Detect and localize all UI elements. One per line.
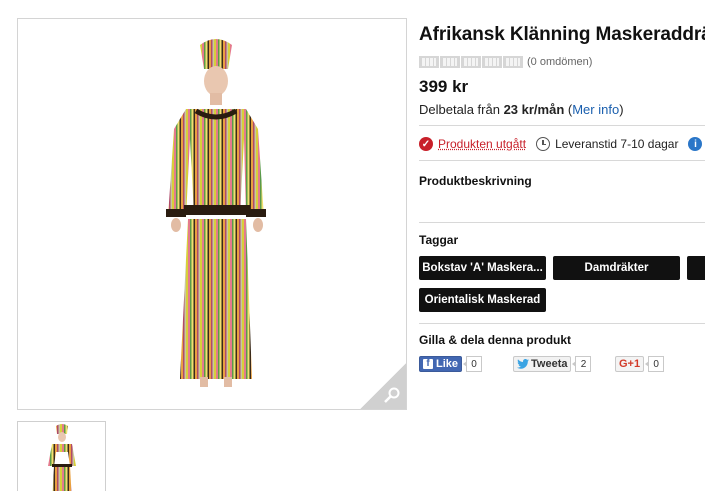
unavailable-icon: ✓ xyxy=(419,137,433,151)
gplus-label: G+1 xyxy=(619,358,641,370)
tweet-count: 2 xyxy=(572,356,592,372)
product-info: Afrikansk Klänning Maskeraddräkt (0 omdö… xyxy=(419,0,705,491)
product-price: 399 kr xyxy=(419,77,469,96)
facebook-like-button[interactable]: f Like xyxy=(419,356,463,372)
gplus-share: G+1 0 xyxy=(615,356,665,372)
divider xyxy=(419,323,705,324)
delivery-time-label: Leveranstid 7-10 dagar xyxy=(555,137,679,151)
clock-icon xyxy=(536,137,551,151)
star-icon xyxy=(440,56,460,68)
star-icon xyxy=(461,56,481,68)
divider xyxy=(419,125,705,126)
rating-stars[interactable] xyxy=(419,56,523,68)
share-heading: Gilla & dela denna produkt xyxy=(419,333,572,347)
tags-heading: Taggar xyxy=(419,233,459,247)
tag-bokstav-a[interactable]: Bokstav 'A' Maskera... xyxy=(419,256,546,280)
installment-prefix: Delbetala från xyxy=(419,102,504,117)
star-icon xyxy=(503,56,523,68)
facebook-icon: f xyxy=(423,359,433,369)
tweet-label: Tweeta xyxy=(531,358,568,370)
installment-paren-close: ) xyxy=(619,102,624,117)
tag-damdrakter[interactable]: Damdräkter xyxy=(553,256,680,280)
installment-amount: 23 kr/mån xyxy=(503,102,565,117)
product-thumbnail[interactable] xyxy=(17,421,106,491)
divider xyxy=(419,222,705,223)
divider xyxy=(419,160,705,161)
star-icon xyxy=(482,56,502,68)
facebook-like-label: Like xyxy=(436,358,459,370)
facebook-like-count: 0 xyxy=(463,356,483,372)
tag-orientalisk-maskerad[interactable]: Orientalisk Maskerad xyxy=(419,288,546,312)
stock-status[interactable]: ✓ Produkten utgått xyxy=(419,137,526,151)
facebook-like: f Like 0 xyxy=(419,356,483,372)
reviews-count[interactable]: (0 omdömen) xyxy=(527,56,592,68)
twitter-share: Tweeta 2 xyxy=(513,356,592,372)
zoom-icon xyxy=(384,387,400,403)
delivery-time: Leveranstid 7-10 dagar xyxy=(536,137,678,151)
stock-status-label[interactable]: Produkten utgått xyxy=(438,137,526,151)
gplus-count: 0 xyxy=(645,356,665,372)
status-row: ✓ Produkten utgått Leveranstid 7-10 daga… xyxy=(419,137,705,151)
product-main-image[interactable] xyxy=(17,18,407,410)
twitter-icon xyxy=(517,359,529,369)
thumbnail-photo xyxy=(48,424,76,491)
description-heading: Produktbeskrivning xyxy=(419,174,532,188)
product-photo xyxy=(166,39,266,387)
installment-more-info-link[interactable]: Mer info xyxy=(572,102,619,117)
extra-info[interactable]: i A xyxy=(688,137,705,151)
installment-info: Delbetala från 23 kr/mån (Mer info) xyxy=(419,102,624,117)
star-icon xyxy=(419,56,439,68)
info-icon: i xyxy=(688,137,703,151)
tweet-button[interactable]: Tweeta xyxy=(513,356,572,372)
zoom-button[interactable] xyxy=(360,363,406,409)
tag-truncated[interactable] xyxy=(687,256,705,280)
product-title: Afrikansk Klänning Maskeraddräkt xyxy=(419,24,705,45)
gplus-button[interactable]: G+1 xyxy=(615,356,645,372)
